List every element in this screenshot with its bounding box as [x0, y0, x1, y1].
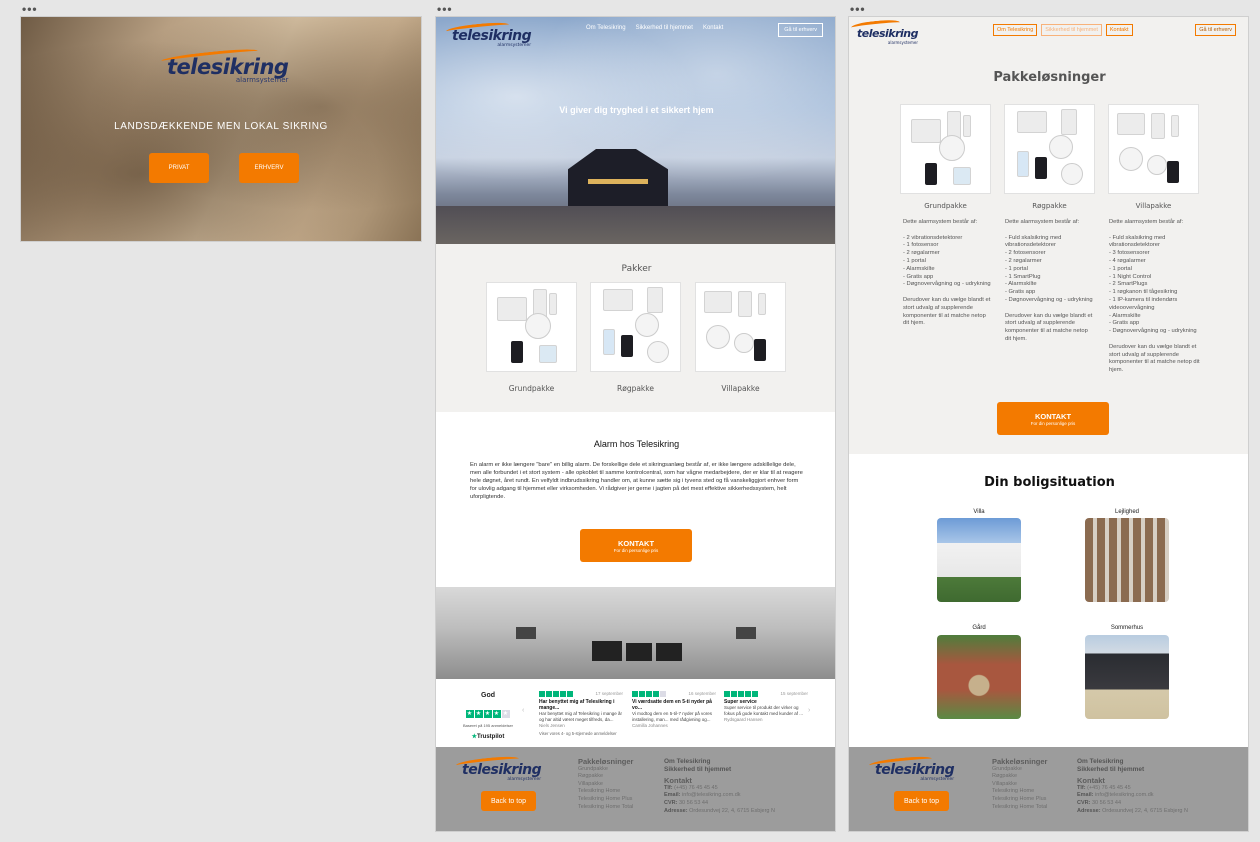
bolig-label: Villa — [973, 509, 985, 515]
footer-link[interactable]: Røgpakke — [578, 773, 633, 781]
sommerhus-card[interactable] — [1085, 635, 1169, 719]
pakker-title: Pakker — [621, 264, 652, 274]
page-title: Pakkeløsninger — [993, 70, 1106, 85]
nav-om[interactable]: Om Telesikring — [993, 24, 1038, 36]
back-to-top-button[interactable]: Back to top — [481, 791, 536, 811]
footer: telesikring alarmsystemer Back to top Pa… — [436, 747, 835, 831]
footer-link[interactable]: Om Telesikring — [1077, 758, 1188, 766]
erhverv-nav-button[interactable]: Gå til erhverv — [778, 23, 823, 37]
main-nav: Om Telesikring Sikkerhed til hjemmet Kon… — [586, 25, 723, 31]
package-description: Dette alarmsystem består af: - 2 vibrati… — [903, 219, 991, 327]
footer-link[interactable]: Om Telesikring — [664, 758, 775, 766]
footer-link[interactable]: Telesikring Home Plus — [992, 796, 1047, 804]
footer-link[interactable]: Villapakke — [992, 781, 1047, 789]
bolig-label: Sommerhus — [1110, 625, 1144, 631]
package-description: Dette alarmsystem består af: - Fuld skal… — [1109, 219, 1200, 374]
logo[interactable]: telesikring alarmsystemer — [850, 18, 918, 45]
logo[interactable]: telesikring alarmsystemer — [445, 20, 532, 48]
artboard-landing: telesikring alarmsystemer LANDSDÆKKENDE … — [20, 16, 422, 242]
trustpilot-rating: God — [481, 692, 495, 699]
footer-link[interactable]: Villapakke — [578, 781, 633, 789]
footer: telesikring alarmsystemer Back to top Pa… — [849, 747, 1248, 831]
footer-link[interactable]: Telesikring Home — [992, 788, 1047, 796]
bolig-label: Lejlighed — [1114, 509, 1140, 515]
trustpilot-widget: God ★ ★ ★ ★ ★ Baseret på 195 anmeldelser ★Tr… — [436, 679, 835, 747]
footer-kontakt-column: Om Telesikring Sikkerhed til hjemmet Kon… — [1077, 758, 1188, 814]
villa-card[interactable] — [937, 518, 1021, 602]
hero-section: telesikring alarmsystemer Om Telesikring… — [436, 17, 835, 244]
nav-om[interactable]: Om Telesikring — [586, 25, 626, 31]
product-image-villapakke[interactable] — [695, 282, 786, 372]
nav-sikkerhed[interactable]: Sikkerhed til hjemmet — [1041, 24, 1102, 36]
product-label[interactable]: Røgpakke — [1004, 202, 1095, 210]
pakker-section: Pakker Grundpakke Røgpakke Villapakke — [436, 244, 835, 412]
alarm-section: Alarm hos Telesikring En alarm er ikke l… — [436, 412, 835, 587]
product-image-grundpakke[interactable] — [900, 104, 991, 194]
main-nav: Om Telesikring Sikkerhed til hjemmet Kon… — [993, 24, 1133, 36]
footer-pakker-column: Pakkeløsninger Grundpakke Røgpakke Villa… — [992, 757, 1048, 812]
kontakt-button[interactable]: KONTAKT For din personlige pris — [580, 529, 692, 562]
product-label[interactable]: Røgpakke — [590, 384, 681, 393]
product-label[interactable]: Villapakke — [1108, 202, 1199, 210]
footer-logo[interactable]: telesikring alarmsystemer — [455, 754, 542, 782]
artboard-home: telesikring alarmsystemer Om Telesikring… — [435, 16, 836, 832]
pakkelosninger-section: telesikring alarmsystemer Om Telesikring… — [849, 17, 1248, 454]
bolig-label: Gård — [972, 625, 986, 631]
footer-link[interactable]: Røgpakke — [992, 773, 1047, 781]
chevron-left-icon[interactable]: ‹ — [522, 707, 524, 714]
erhverv-nav-button[interactable]: Gå til erhverv — [1195, 24, 1236, 36]
lejlighed-card[interactable] — [1085, 518, 1169, 602]
footer-link[interactable]: Grundpakke — [578, 766, 633, 774]
product-label[interactable]: Villapakke — [695, 384, 786, 393]
footer-link[interactable]: Grundpakke — [992, 766, 1047, 774]
review-card[interactable]: 17 september Har benyttet mig af Telesik… — [539, 691, 623, 729]
erhverv-button[interactable]: ERHVERV — [239, 153, 299, 183]
review-card[interactable]: 15 september Super service Super service… — [724, 691, 808, 723]
artboard-pakkelosninger: telesikring alarmsystemer Om Telesikring… — [848, 16, 1249, 832]
product-image-rogpakke[interactable] — [1004, 104, 1095, 194]
chevron-right-icon[interactable]: › — [808, 707, 810, 714]
product-label[interactable]: Grundpakke — [900, 202, 991, 210]
alarm-title: Alarm hos Telesikring — [593, 439, 680, 449]
logo[interactable]: telesikring alarmsystemer — [160, 46, 289, 84]
trustpilot-stars: ★ ★ ★ ★ ★ — [465, 710, 510, 718]
gard-card[interactable] — [937, 635, 1021, 719]
nav-kontakt[interactable]: Kontakt — [1105, 24, 1133, 36]
product-image-rogpakke[interactable] — [590, 282, 681, 372]
footer-link[interactable]: Sikkerhed til hjemmet — [664, 766, 775, 774]
footer-link[interactable]: Telesikring Home Total — [992, 804, 1047, 812]
privat-button[interactable]: PRIVAT — [149, 153, 209, 183]
bolig-title: Din boligsituation — [984, 475, 1115, 490]
product-image-villapakke[interactable] — [1108, 104, 1199, 194]
boligsituation-section: Din boligsituation Villa Lejlighed Gård … — [849, 454, 1248, 747]
footer-pakker-column: Pakkeløsninger Grundpakke Røgpakke Villa… — [578, 757, 634, 812]
trustpilot-logo[interactable]: ★Trustpilot — [460, 733, 516, 740]
nav-sikkerhed[interactable]: Sikkerhed til hjemmet — [636, 25, 693, 31]
review-card[interactable]: 16 september Vi værdsatte dem en 5-ti ny… — [632, 691, 716, 729]
landing-title: LANDSDÆKKENDE MEN LOKAL SIKRING — [114, 121, 328, 132]
nav-kontakt[interactable]: Kontakt — [703, 25, 723, 31]
kontakt-button[interactable]: KONTAKT For din personlige pris — [997, 402, 1109, 435]
package-description: Dette alarmsystem består af: - Fuld skal… — [1005, 219, 1093, 342]
artboard-menu-icon[interactable]: ••• — [22, 3, 38, 15]
footer-link[interactable]: Telesikring Home — [578, 788, 633, 796]
hero-tagline: Vi giver dig tryghed i et sikkert hjem — [559, 105, 714, 115]
product-image-grundpakke[interactable] — [486, 282, 577, 372]
artboard-menu-icon[interactable]: ••• — [437, 3, 453, 15]
office-photo — [436, 587, 835, 679]
footer-logo[interactable]: telesikring alarmsystemer — [868, 754, 955, 782]
footer-link[interactable]: Sikkerhed til hjemmet — [1077, 766, 1188, 774]
footer-link[interactable]: Telesikring Home Total — [578, 804, 633, 812]
artboard-menu-icon[interactable]: ••• — [850, 3, 866, 15]
footer-link[interactable]: Telesikring Home Plus — [578, 796, 633, 804]
alarm-text: En alarm er ikke længere "bare" en billi… — [470, 462, 803, 500]
footer-kontakt-column: Om Telesikring Sikkerhed til hjemmet Kon… — [664, 758, 775, 814]
back-to-top-button[interactable]: Back to top — [894, 791, 949, 811]
product-label[interactable]: Grundpakke — [486, 384, 577, 393]
